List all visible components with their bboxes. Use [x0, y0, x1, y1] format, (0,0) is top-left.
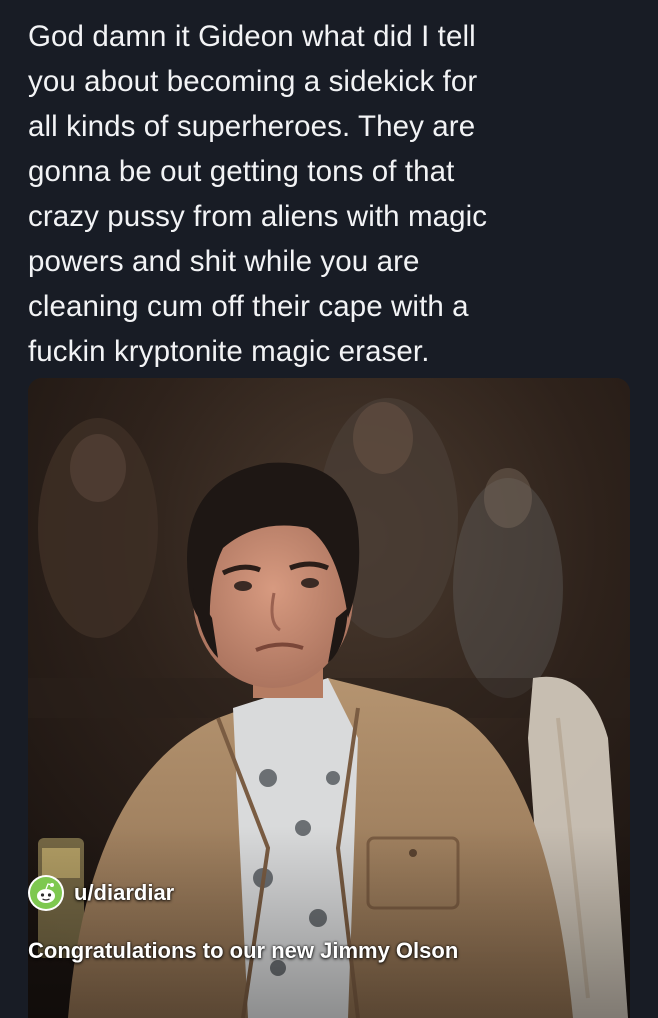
post-text-line: gonna be out getting tons of that [28, 155, 455, 188]
media-photo [28, 378, 630, 1018]
post-media-image[interactable]: u/diardiar Congratulations to our new Ji… [28, 378, 630, 1018]
overlay-caption: Congratulations to our new Jimmy Olson [28, 938, 459, 963]
post-text-line: crazy pussy from aliens with magic [28, 200, 488, 233]
post-text-line: cleaning cum off their cape with a [28, 290, 469, 323]
post-text-line: powers and shit while you are [28, 245, 420, 278]
reddit-snoo-avatar-icon [28, 875, 64, 911]
post-text-line: all kinds of superheroes. They are [28, 110, 476, 143]
post-text: God damn it Gideon what did I tell you a… [28, 14, 632, 374]
overlay-username[interactable]: u/diardiar [74, 880, 174, 906]
post-text-line: God damn it Gideon what did I tell [28, 20, 476, 53]
overlay-user: u/diardiar [28, 873, 174, 913]
post-text-line: you about becoming a sidekick for [28, 65, 478, 98]
post-text-line: fuckin kryptonite magic eraser. [28, 335, 430, 368]
